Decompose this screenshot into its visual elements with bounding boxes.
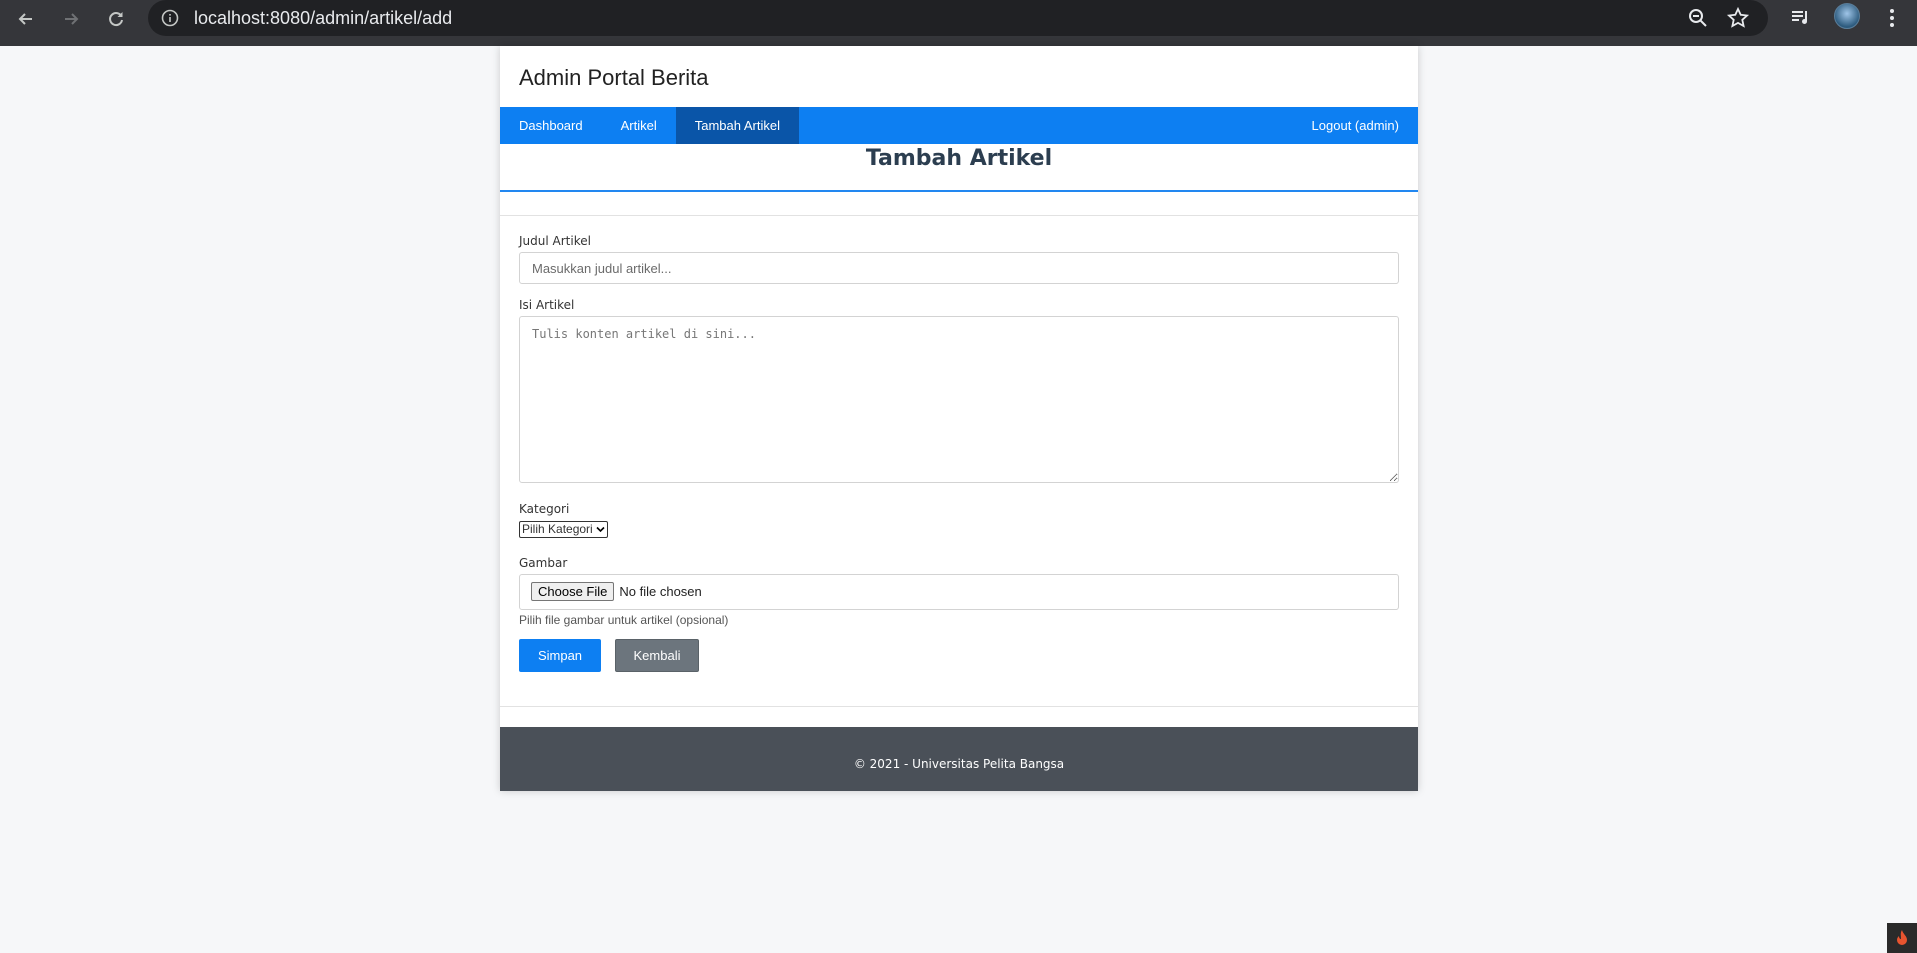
site-footer: © 2021 - Universitas Pelita Bangsa [500,726,1418,791]
zoom-out-icon[interactable] [1686,6,1710,30]
title-label: Judul Artikel [519,234,591,248]
form-actions: Simpan Kembali [519,638,1399,672]
category-selected-value: Pilih Kategori [522,522,593,536]
add-article-form: Judul Artikel Isi Artikel Kategori Pilih… [500,216,1418,707]
category-select[interactable]: Pilih Kategori [519,520,608,538]
forward-button[interactable] [56,4,86,34]
image-file-input[interactable]: Choose File No file chosen [519,573,1399,610]
footer-copyright: © 2021 - Universitas Pelita Bangsa [853,756,1065,771]
nav-dashboard[interactable]: Dashboard [500,107,602,144]
main-nav: Dashboard Artikel Tambah Artikel Logout … [500,107,1418,144]
chevron-down-icon [596,526,605,532]
nav-artikel[interactable]: Artikel [602,107,676,144]
footer-spacer [500,707,1418,727]
back-button[interactable] [11,4,41,34]
image-hint: Pilih file gambar untuk artikel (opsiona… [519,612,729,627]
kebab-menu-icon[interactable] [1880,6,1904,30]
debug-toolbar-toggle[interactable] [1887,923,1917,953]
title-input[interactable] [519,252,1399,284]
image-label: Gambar [519,555,568,570]
content-textarea[interactable] [519,316,1399,483]
logout-link[interactable]: Logout (admin) [1293,107,1418,144]
category-label: Kategori [519,502,570,516]
url-text[interactable]: localhost:8080/admin/artikel/add [194,8,452,29]
page-heading-section: Tambah Artikel [500,144,1418,192]
content-label: Isi Artikel [519,298,575,312]
star-icon[interactable] [1726,6,1750,30]
site-header: Admin Portal Berita [500,46,1418,107]
arrow-right-icon [65,13,79,25]
back-button-form[interactable]: Kembali [615,638,699,672]
flame-icon [1897,930,1907,945]
section-divider [500,192,1418,216]
arrow-left-icon [18,13,32,25]
page-container: Admin Portal Berita Dashboard Artikel Ta… [500,46,1418,791]
playlist-icon[interactable] [1789,6,1813,30]
page-title: Tambah Artikel [865,146,1053,171]
address-bar[interactable]: localhost:8080/admin/artikel/add [148,0,1768,36]
nav-tambah-artikel[interactable]: Tambah Artikel [675,107,799,144]
save-button[interactable]: Simpan [519,638,601,672]
reload-button[interactable] [101,4,131,34]
file-status-text: No file chosen [619,584,702,599]
info-icon[interactable] [160,8,180,28]
profile-avatar[interactable] [1834,3,1860,29]
browser-toolbar: localhost:8080/admin/artikel/add [0,0,1917,46]
site-title: Admin Portal Berita [519,65,709,90]
reload-icon [109,12,123,27]
choose-file-button[interactable]: Choose File [531,582,615,601]
